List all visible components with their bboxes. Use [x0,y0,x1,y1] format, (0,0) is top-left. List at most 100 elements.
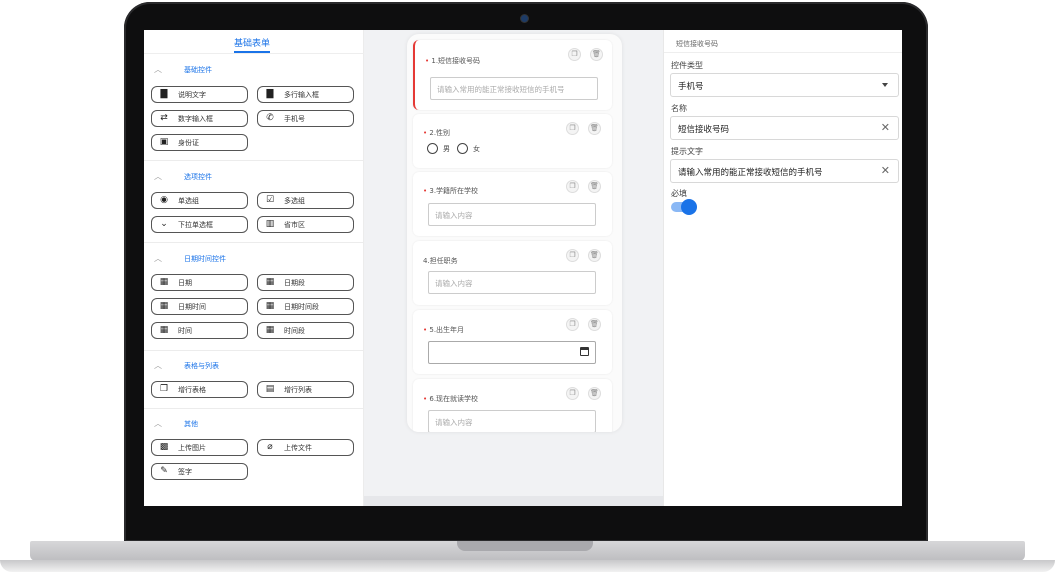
control-type-label: 控件类型 [671,61,703,70]
control-date[interactable]: ▦ 日期 [151,274,248,291]
control-add-row-table[interactable]: ❐ 增行表格 [151,381,248,398]
required-toggle[interactable] [671,199,697,215]
section-header-basic[interactable]: ︿ 基础控件 [154,64,212,75]
control-label: 身份证 [178,138,199,147]
section-header-other[interactable]: ︿ 其他 [154,418,198,429]
canvas-footer [364,496,663,506]
control-region[interactable]: ▥ 省市区 [257,216,354,233]
copy-icon[interactable]: ❐ [566,180,579,193]
required-label: 必填 [671,189,687,198]
field-input[interactable]: 请输入内容 [428,410,596,432]
date-picker-input[interactable] [428,341,596,364]
form-field-card[interactable]: • 3.学籍所在学校 ❐ 🗑 请输入内容 [413,172,612,236]
control-label: 增行列表 [284,385,312,394]
control-type-select[interactable]: 手机号 [670,73,899,97]
calendar-icon: ▦ [265,301,275,311]
field-label-text: 3.学籍所在学校 [429,187,479,195]
field-input[interactable]: 请输入常用的能正常接收短信的手机号 [430,77,598,100]
toggle-knob [681,199,697,215]
control-add-row-list[interactable]: ▤ 增行列表 [257,381,354,398]
clear-icon[interactable]: ✕ [881,164,890,177]
delete-icon[interactable]: 🗑 [590,48,603,61]
form-field-card[interactable]: • 5.出生年月 ❐ 🗑 [413,310,612,374]
laptop-frame: 基础表单 ︿ 基础控件 ▇ 说明文字 ▇ 多行输入框 ⇄ 数字输入框 ✆ 手机号 ▣ 身份证… [0,0,1055,577]
control-datetime[interactable]: ▦ 日期时间 [151,298,248,315]
control-radio-group[interactable]: ◉ 单选组 [151,192,248,209]
field-label-text: 6.现在就读学校 [429,395,479,403]
chevron-up-icon: ︿ [154,65,162,74]
copy-icon[interactable]: ❐ [566,318,579,331]
control-label: 日期 [178,278,192,287]
control-description-text[interactable]: ▇ 说明文字 [151,86,248,103]
control-label: 手机号 [284,114,305,123]
form-field-card[interactable]: • 6.现在就读学校 ❐ 🗑 请输入内容 [413,379,612,432]
clear-icon[interactable]: ✕ [881,121,890,134]
divider [664,52,902,53]
radio-label: 女 [473,144,480,153]
control-number-input[interactable]: ⇄ 数字输入框 [151,110,248,127]
copy-icon[interactable]: ❐ [568,48,581,61]
field-label-text: 5.出生年月 [429,326,465,334]
tab-basic-form[interactable]: 基础表单 [234,36,270,49]
form-field-card[interactable]: • 2.性别 ❐ 🗑 男 女 [413,114,612,168]
laptop-base-shadow [0,560,1055,572]
control-date-range[interactable]: ▦ 日期段 [257,274,354,291]
phone-icon: ✆ [266,113,274,123]
properties-panel: 短信接收号码 控件类型 手机号 名称 短信接收号码 ✕ 提示文字 请输入常用的能正… [663,30,902,506]
id-card-icon: ▣ [159,137,169,147]
section-header-table[interactable]: ︿ 表格与列表 [154,360,219,371]
control-multiline-input[interactable]: ▇ 多行输入框 [257,86,354,103]
control-dropdown[interactable]: ⌄ 下拉单选框 [151,216,248,233]
form-field-card[interactable]: 4.担任职务 ❐ 🗑 请输入内容 [413,241,612,305]
field-input[interactable]: 请输入内容 [428,203,596,226]
control-label: 日期段 [284,278,305,287]
control-checkbox-group[interactable]: ☑ 多选组 [257,192,354,209]
divider [144,53,364,54]
field-label-text: 2.性别 [429,129,451,137]
checkbox-icon: ☑ [265,195,275,205]
chevron-up-icon: ︿ [154,172,162,181]
radio-option[interactable]: 男 [427,143,450,154]
radio-icon [427,143,438,154]
delete-icon[interactable]: 🗑 [588,249,601,262]
radio-option[interactable]: 女 [457,143,480,154]
control-id-card[interactable]: ▣ 身份证 [151,134,248,151]
section-title: 其他 [184,420,198,428]
chevron-up-icon: ︿ [154,361,162,370]
section-header-datetime[interactable]: ︿ 日期时间控件 [154,253,226,264]
field-input[interactable]: 请输入内容 [428,271,596,294]
field-label: • 5.出生年月 [423,325,464,335]
control-datetime-range[interactable]: ▦ 日期时间段 [257,298,354,315]
calendar-icon: ▦ [159,325,169,335]
copy-icon: ❐ [159,384,169,394]
delete-icon[interactable]: 🗑 [588,180,601,193]
control-time[interactable]: ▦ 时间 [151,322,248,339]
control-label: 上传图片 [178,443,206,452]
section-header-options[interactable]: ︿ 选项控件 [154,171,212,182]
control-label: 单选组 [178,196,199,205]
delete-icon[interactable]: 🗑 [588,318,601,331]
form-field-card[interactable]: • 1.短信接收号码 ❐ 🗑 请输入常用的能正常接收短信的手机号 [413,40,612,110]
name-input[interactable]: 短信接收号码 ✕ [670,116,899,140]
delete-icon[interactable]: 🗑 [588,122,601,135]
delete-icon[interactable]: 🗑 [588,387,601,400]
calendar-icon: ▦ [265,277,275,287]
control-label: 签字 [178,467,192,476]
control-time-range[interactable]: ▦ 时间段 [257,322,354,339]
section-title: 选项控件 [184,173,212,181]
caret-down-icon [882,83,888,87]
copy-icon[interactable]: ❐ [566,249,579,262]
control-phone[interactable]: ✆ 手机号 [257,110,354,127]
divider [144,408,364,409]
copy-icon[interactable]: ❐ [566,122,579,135]
copy-icon[interactable]: ❐ [566,387,579,400]
field-label: • 3.学籍所在学校 [423,186,478,196]
control-upload-image[interactable]: ▩ 上传图片 [151,439,248,456]
control-label: 日期时间段 [284,302,319,311]
section-title: 表格与列表 [184,362,219,370]
hint-input[interactable]: 请输入常用的能正常接收短信的手机号 ✕ [670,159,899,183]
comment-icon: ▇ [266,89,274,99]
control-upload-file[interactable]: ⌀ 上传文件 [257,439,354,456]
radio-icon: ◉ [160,195,168,205]
control-signature[interactable]: ✎ 签字 [151,463,248,480]
